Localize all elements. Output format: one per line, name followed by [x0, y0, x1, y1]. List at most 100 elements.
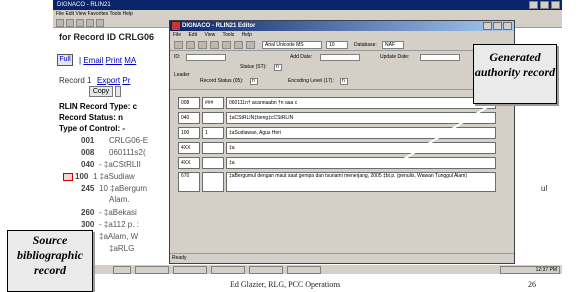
paste-icon[interactable]: [222, 41, 231, 49]
export-pr-link[interactable]: Pr: [122, 76, 130, 85]
maximize-icon[interactable]: [540, 1, 549, 9]
leader-label: Leader: [174, 72, 190, 78]
font-select[interactable]: Arial Unicode MS: [262, 41, 322, 49]
taskbar: 12:37 PM: [53, 264, 562, 274]
forward-icon[interactable]: [66, 19, 74, 27]
home-icon[interactable]: [96, 19, 104, 27]
editor-maximize-icon[interactable]: [493, 22, 502, 30]
font-size-select[interactable]: 10: [326, 41, 348, 49]
record-status-field[interactable]: n: [250, 78, 258, 85]
validate-icon[interactable]: [198, 41, 207, 49]
taskbar-item[interactable]: [135, 266, 169, 274]
field-value-001: CRLG06-E: [109, 136, 149, 145]
print-icon[interactable]: [234, 41, 243, 49]
menu-help[interactable]: Help: [242, 32, 252, 38]
menu-tools[interactable]: Tools: [223, 32, 235, 38]
refresh-icon[interactable]: [86, 19, 94, 27]
field-indicator-cell[interactable]: ###: [202, 97, 224, 109]
field-value-300: - ‡a112 p. :: [99, 220, 139, 229]
desktop-screenshot: DIGNACO - RLIN21 File Edit View Favorite…: [53, 0, 562, 274]
back-icon[interactable]: [56, 19, 64, 27]
editor-minimize-icon[interactable]: [483, 22, 492, 30]
app-icon: [172, 22, 180, 30]
menu-file[interactable]: File: [173, 32, 181, 38]
record-status-label: Record Status (05):: [200, 78, 244, 84]
field-tag-260: 260: [81, 208, 95, 217]
editor-menubar: File Edit View Tools Help: [170, 31, 514, 39]
taskbar-item[interactable]: [173, 266, 207, 274]
help-icon[interactable]: [246, 41, 255, 49]
field-indicator-cell[interactable]: [202, 142, 224, 154]
field-value-600: ‡aAlam, W: [99, 232, 139, 241]
encoding-level-field[interactable]: n: [340, 78, 348, 85]
field-tag-008: 008: [81, 148, 95, 157]
status-label: Status (ST):: [240, 64, 267, 70]
field-indicator-cell[interactable]: 1: [202, 127, 224, 139]
cut-icon[interactable]: [210, 41, 219, 49]
field-value-100: 1 ‡aSudiaw: [93, 172, 135, 181]
field-content-cell[interactable]: 060111n† acannaabn †n aaa c: [226, 97, 496, 109]
field-content-cell[interactable]: ‡aCStRLIN‡beng‡cCStRLIN: [226, 112, 496, 124]
database-label: Database:: [354, 42, 377, 48]
fixed-fields-panel: ID: Add Date: Update Date: Status (ST): …: [170, 52, 514, 90]
field-tag-cell[interactable]: 040: [178, 112, 200, 124]
footer-credit: Ed Glazier, RLG, PCC Operations: [230, 280, 341, 289]
close-icon[interactable]: [551, 1, 560, 9]
taskbar-item[interactable]: [249, 266, 283, 274]
taskbar-item[interactable]: [211, 266, 245, 274]
slide-footer: Ed Glazier, RLG, PCC Operations 26: [0, 280, 580, 292]
full-button[interactable]: Full: [57, 54, 73, 66]
add-date-field[interactable]: [320, 54, 360, 61]
field-value-040: - ‡aCStRLII: [99, 160, 141, 169]
right-edge-text: ul: [541, 184, 548, 193]
taskbar-item[interactable]: [287, 266, 321, 274]
field-tag-040: 040: [81, 160, 95, 169]
field-indicator-cell[interactable]: [202, 112, 224, 124]
copy-button[interactable]: Copy: [89, 86, 113, 97]
open-icon[interactable]: [174, 41, 183, 49]
field-tag-300: 300: [81, 220, 95, 229]
record-heading: for Record ID CRLG06: [59, 32, 155, 42]
update-date-label: Update Date:: [380, 54, 410, 60]
field-tag-cell[interactable]: 670: [178, 172, 200, 192]
update-date-field[interactable]: [420, 54, 460, 61]
field-indicator-cell[interactable]: [202, 172, 224, 192]
print-link[interactable]: Print: [106, 56, 122, 65]
action-links: | Email Print MA: [79, 56, 137, 65]
field-indicator-cell[interactable]: [202, 157, 224, 169]
field-value-260: - ‡aBekasi: [99, 208, 137, 217]
field-tag-245: 245: [81, 184, 95, 193]
field-value-245: 10 ‡aBergum: [99, 184, 148, 193]
field-content-cell[interactable]: ‡aBergumul dengan maut saat gempa dan ts…: [226, 172, 496, 192]
start-button[interactable]: [113, 266, 131, 274]
menu-edit[interactable]: Edit: [188, 32, 197, 38]
database-select[interactable]: NAF: [382, 41, 404, 49]
field-content-cell[interactable]: ‡a: [226, 142, 496, 154]
back-window-title: DIGNACO - RLIN21: [57, 2, 111, 8]
marc-link[interactable]: MA: [124, 56, 136, 65]
field-value-245-continued: Alam.: [109, 195, 130, 204]
stop-icon[interactable]: [76, 19, 84, 27]
encoding-level-label: Encoding Level (17):: [288, 78, 334, 84]
field-tag-cell[interactable]: 100: [178, 127, 200, 139]
menu-view[interactable]: View: [204, 32, 215, 38]
field-content-cell[interactable]: ‡a: [226, 157, 496, 169]
back-window-menubar[interactable]: File Edit View Favorites Tools Help: [53, 10, 562, 18]
field-tag-cell[interactable]: 008: [178, 97, 200, 109]
back-window-titlebar: DIGNACO - RLIN21: [53, 0, 562, 10]
field-tag-cell[interactable]: 4XX: [178, 157, 200, 169]
status-field[interactable]: n: [274, 64, 282, 71]
field-value-008: 060111s2(: [109, 148, 146, 157]
minimize-icon[interactable]: [529, 1, 538, 9]
export-link[interactable]: Export: [97, 76, 120, 85]
authority-link-icon[interactable]: [63, 173, 73, 181]
editor-status-bar: Ready: [170, 253, 514, 261]
email-link[interactable]: Email: [83, 56, 103, 65]
toolbar-button[interactable]: [115, 86, 121, 97]
editor-close-icon[interactable]: [503, 22, 512, 30]
export-links: Export Pr: [97, 76, 130, 85]
field-content-cell[interactable]: ‡aSudiawan, Agus Heri: [226, 127, 496, 139]
id-field[interactable]: [186, 54, 226, 61]
field-tag-cell[interactable]: 4XX: [178, 142, 200, 154]
save-icon[interactable]: [186, 41, 195, 49]
